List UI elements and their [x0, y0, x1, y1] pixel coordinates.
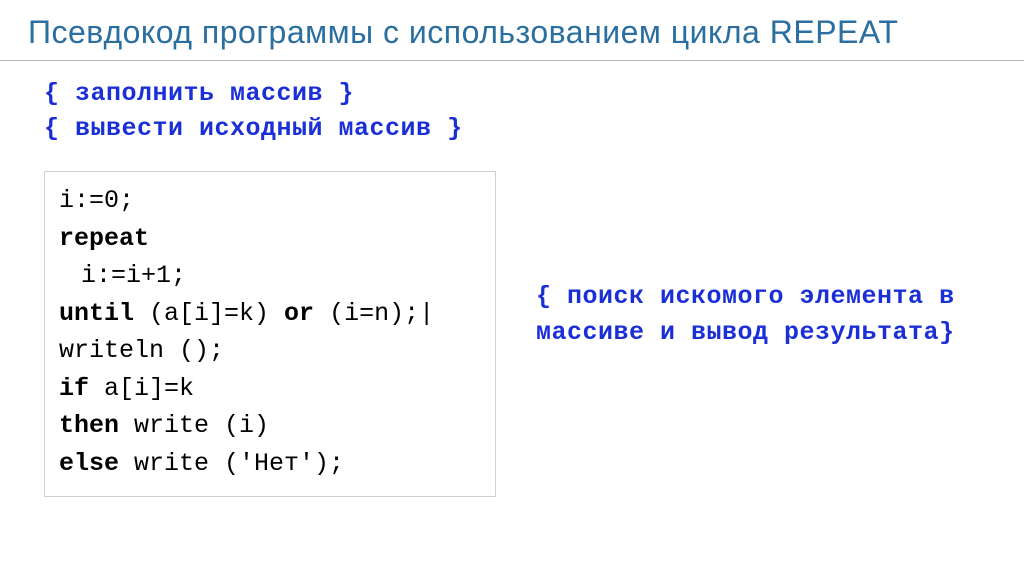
- slide-title: Псевдокод программы с использованием цик…: [28, 12, 996, 52]
- code-line-3: i:=i+1;: [59, 257, 481, 295]
- code-row: i:=0; repeat i:=i+1; until (a[i]=k) or (…: [44, 171, 980, 497]
- comment-print: { вывести исходный массив }: [44, 114, 980, 143]
- code-line-7: then write (i): [59, 407, 481, 445]
- slide-header: Псевдокод программы с использованием цик…: [0, 0, 1024, 61]
- code-line-5: writeln ();: [59, 332, 481, 370]
- code-line-2: repeat: [59, 220, 481, 258]
- slide-content: { заполнить массив } { вывести исходный …: [0, 61, 1024, 515]
- code-line-6: if a[i]=k: [59, 370, 481, 408]
- comment-search: { поиск искомого элемента в массиве и вы…: [536, 279, 976, 352]
- kw-if: if: [59, 374, 89, 403]
- code-l4-end: (i=n);|: [314, 299, 434, 328]
- kw-until: until: [59, 299, 134, 328]
- kw-or: or: [284, 299, 314, 328]
- code-line-4: until (a[i]=k) or (i=n);|: [59, 295, 481, 333]
- comment-fill: { заполнить массив }: [44, 79, 980, 108]
- kw-else: else: [59, 449, 119, 478]
- kw-then: then: [59, 411, 119, 440]
- code-line-1: i:=0;: [59, 182, 481, 220]
- code-l7-rest: write (i): [119, 411, 269, 440]
- code-l4-mid: (a[i]=k): [134, 299, 284, 328]
- code-l8-rest: write ('Нет');: [119, 449, 344, 478]
- code-block: i:=0; repeat i:=i+1; until (a[i]=k) or (…: [44, 171, 496, 497]
- kw-repeat: repeat: [59, 224, 149, 253]
- code-line-8: else write ('Нет');: [59, 445, 481, 483]
- code-l6-rest: a[i]=k: [89, 374, 194, 403]
